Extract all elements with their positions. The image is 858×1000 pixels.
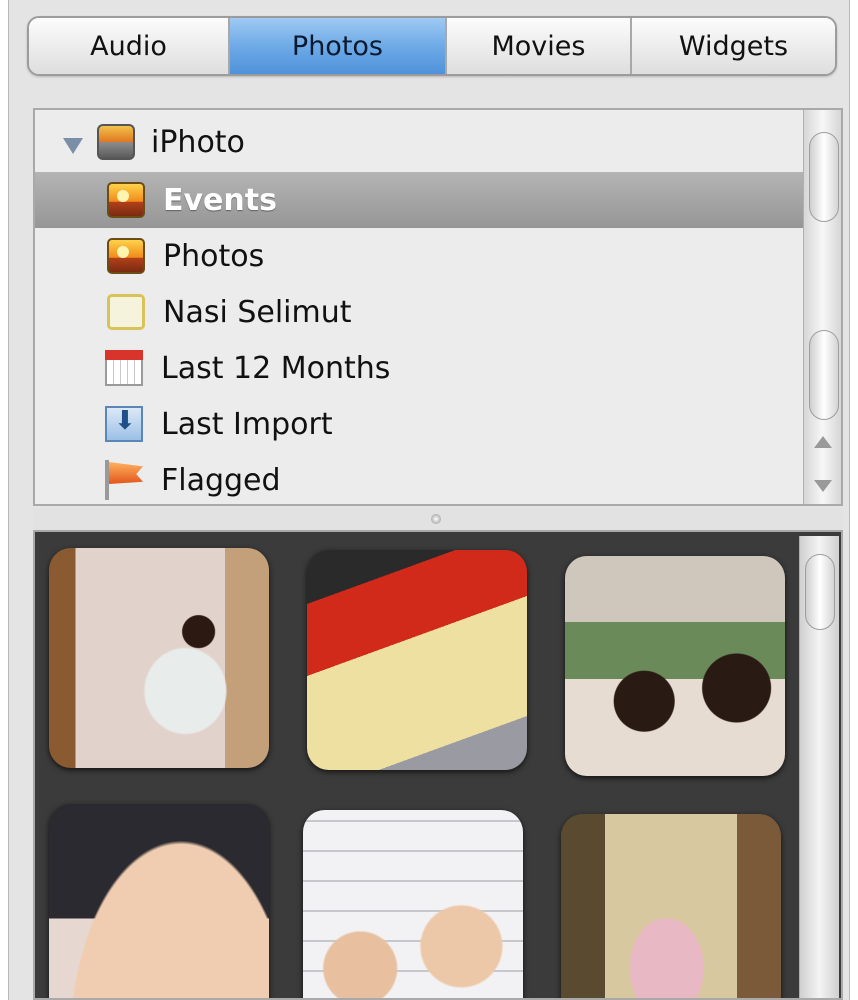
source-item-label: Events xyxy=(163,182,277,218)
scrollbar-track-highlight xyxy=(809,330,839,420)
source-item-last-12-months[interactable]: Last 12 Months xyxy=(35,340,805,396)
photo-thumbnail[interactable] xyxy=(565,556,785,776)
source-item-events[interactable]: Events xyxy=(35,172,805,228)
source-item-flagged[interactable]: Flagged xyxy=(35,452,805,508)
media-browser-panel: Audio Photos Movies Widgets iPhoto Event… xyxy=(8,0,850,1000)
photo-thumbnail[interactable] xyxy=(49,804,269,998)
iphoto-icon xyxy=(97,124,135,160)
pane-splitter[interactable] xyxy=(33,508,843,530)
source-item-nasi-selimut[interactable]: Nasi Selimut xyxy=(35,284,805,340)
flag-icon xyxy=(103,460,141,500)
photo-thumbnail[interactable] xyxy=(49,548,269,768)
disclosure-triangle-icon[interactable] xyxy=(63,138,83,154)
source-list: iPhoto Events Photos Nasi Selimut Last 1… xyxy=(33,108,843,506)
splitter-handle-icon[interactable] xyxy=(431,514,441,524)
calendar-icon xyxy=(105,350,143,386)
source-item-last-import[interactable]: Last Import xyxy=(35,396,805,452)
source-item-label: Last 12 Months xyxy=(161,350,391,386)
tab-audio[interactable]: Audio xyxy=(29,18,230,74)
source-item-label: Flagged xyxy=(161,462,281,498)
scroll-down-icon[interactable] xyxy=(814,480,832,492)
photo-grid-scrollbar[interactable] xyxy=(799,536,839,998)
tab-movies[interactable]: Movies xyxy=(446,18,632,74)
source-item-photos[interactable]: Photos xyxy=(35,228,805,284)
source-item-label: Photos xyxy=(163,238,265,274)
photos-icon xyxy=(107,238,145,274)
source-item-label: iPhoto xyxy=(151,124,245,160)
source-item-label: Last Import xyxy=(161,406,333,442)
scroll-up-icon[interactable] xyxy=(814,436,832,448)
photo-grid xyxy=(33,530,843,1000)
media-type-tabs: Audio Photos Movies Widgets xyxy=(27,16,837,76)
photo-thumbnail[interactable] xyxy=(561,814,781,998)
scrollbar-thumb[interactable] xyxy=(809,132,839,222)
source-item-label: Nasi Selimut xyxy=(163,294,352,330)
photo-thumbnail[interactable] xyxy=(303,810,523,998)
source-list-scrollbar[interactable] xyxy=(803,110,841,504)
album-icon xyxy=(107,294,145,330)
source-item-iphoto[interactable]: iPhoto xyxy=(35,114,805,170)
tab-widgets[interactable]: Widgets xyxy=(632,18,835,74)
photo-thumbnail[interactable] xyxy=(307,550,527,770)
events-icon xyxy=(107,182,145,218)
tab-photos[interactable]: Photos xyxy=(230,18,447,74)
import-icon xyxy=(105,406,143,442)
scrollbar-thumb[interactable] xyxy=(805,554,835,630)
